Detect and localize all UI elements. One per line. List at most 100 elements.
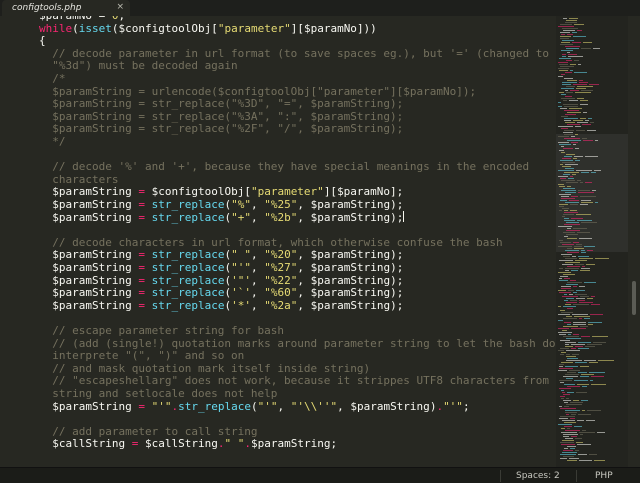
minimap-stroke [562, 28, 578, 29]
code-token: $paramString [310, 198, 391, 211]
minimap-stroke [559, 418, 568, 419]
code-line: $paramString = urlencode($configtoolObj[… [39, 85, 476, 98]
code-token: $paramString [310, 248, 391, 262]
code-token: , [337, 399, 351, 413]
minimap-stroke [558, 314, 570, 315]
code-token: , [297, 210, 311, 224]
minimap-stroke [561, 286, 571, 287]
code-token: ( [111, 21, 119, 35]
vertical-scrollbar[interactable] [628, 16, 640, 467]
code-token: // "escapeshellarg" does not work, becau… [39, 374, 549, 388]
minimap-stroke [570, 448, 575, 449]
minimap-stroke [565, 262, 580, 263]
minimap-stroke [563, 400, 571, 401]
minimap-stroke [563, 232, 575, 233]
minimap-stroke [581, 268, 590, 269]
minimap-stroke [565, 96, 572, 97]
code-line: characters [39, 173, 118, 186]
minimap-stroke [565, 374, 579, 375]
code-token: $paramString = str_replace("%3A", ":", $… [39, 109, 404, 123]
minimap-stroke [563, 306, 576, 307]
minimap-stroke [562, 216, 565, 217]
minimap-stroke [563, 456, 574, 457]
syntax-mode[interactable]: PHP [595, 469, 613, 483]
minimap-stroke [575, 134, 578, 135]
minimap-stroke [577, 30, 582, 31]
minimap-stroke [574, 72, 587, 73]
code-token: // decode characters in url format, whic… [39, 235, 503, 249]
minimap-stroke [581, 222, 597, 223]
minimap-stroke [582, 138, 587, 139]
code-token: ); [390, 298, 404, 312]
minimap-stroke [562, 392, 565, 393]
minimap-stroke [562, 440, 574, 441]
tab-configtools[interactable]: configtools.php × [2, 0, 130, 16]
close-icon[interactable]: × [116, 2, 124, 12]
minimap-stroke [587, 298, 593, 299]
minimap-stroke [563, 100, 567, 101]
code-token: $configtoolObj [118, 21, 212, 35]
minimap-stroke [566, 60, 572, 61]
code-token: str_replace [151, 198, 225, 211]
minimap-stroke [576, 290, 585, 291]
minimap-stroke [564, 78, 573, 79]
code-token: = [131, 185, 152, 199]
code-line: $paramString = str_replace('"', "%22", $… [39, 274, 403, 287]
minimap-stroke [570, 176, 573, 177]
minimap-stroke [579, 258, 593, 259]
minimap-stroke [558, 370, 567, 371]
minimap-stroke [564, 406, 569, 407]
minimap-stroke [593, 342, 606, 343]
minimap-stroke [564, 224, 580, 225]
scrollbar-thumb[interactable] [632, 281, 636, 315]
code-token: ); [390, 261, 404, 274]
code-line: $paramString = $configtoolObj["parameter… [39, 185, 403, 198]
code-token: "%27" [264, 261, 298, 274]
minimap-stroke [567, 428, 570, 429]
minimap-stroke [578, 454, 587, 455]
code-token: . [244, 437, 251, 451]
code-token: $paramString [52, 198, 132, 211]
minimap-stroke [563, 132, 573, 133]
minimap-stroke [582, 124, 591, 125]
code-line: { [39, 34, 46, 47]
minimap-stroke [582, 386, 587, 387]
tab-bar: configtools.php × [0, 0, 640, 16]
minimap-stroke [577, 220, 592, 221]
minimap-stroke [559, 92, 564, 93]
minimap-stroke [577, 98, 584, 99]
minimap-stroke [567, 266, 580, 267]
code-token: // and mask quotation mark itself inside… [39, 361, 371, 375]
minimap-stroke [561, 352, 566, 353]
minimap-stroke [578, 342, 591, 343]
minimap-stroke [580, 434, 583, 435]
code-editor[interactable]: $paramNo = 0;while(isset($configtoolObj[… [0, 16, 556, 467]
minimap-stroke [558, 106, 562, 107]
minimap-stroke [592, 190, 596, 191]
minimap-stroke [571, 436, 577, 437]
minimap-stroke [563, 318, 577, 319]
minimap[interactable] [556, 16, 628, 467]
code-line: $paramString = str_replace("%", "%25", $… [39, 198, 403, 211]
minimap-stroke [560, 348, 569, 349]
indentation-setting[interactable]: Spaces: 2 [516, 469, 560, 483]
minimap-stroke [574, 156, 583, 157]
minimap-stroke [564, 300, 568, 301]
minimap-stroke [578, 372, 587, 373]
minimap-stroke [559, 388, 571, 389]
minimap-stroke [563, 274, 575, 275]
code-token: ; [462, 399, 470, 413]
minimap-stroke [565, 258, 577, 259]
minimap-stroke [560, 44, 573, 45]
code-token: , [250, 286, 265, 300]
minimap-stroke [559, 292, 571, 293]
minimap-stroke [565, 270, 569, 271]
minimap-stroke [564, 118, 578, 119]
code-token: // decode '%' and '+', because they have… [39, 160, 530, 174]
code-token: = [131, 261, 152, 274]
minimap-stroke [564, 220, 575, 221]
minimap-stroke [579, 460, 592, 461]
minimap-stroke [564, 120, 571, 121]
